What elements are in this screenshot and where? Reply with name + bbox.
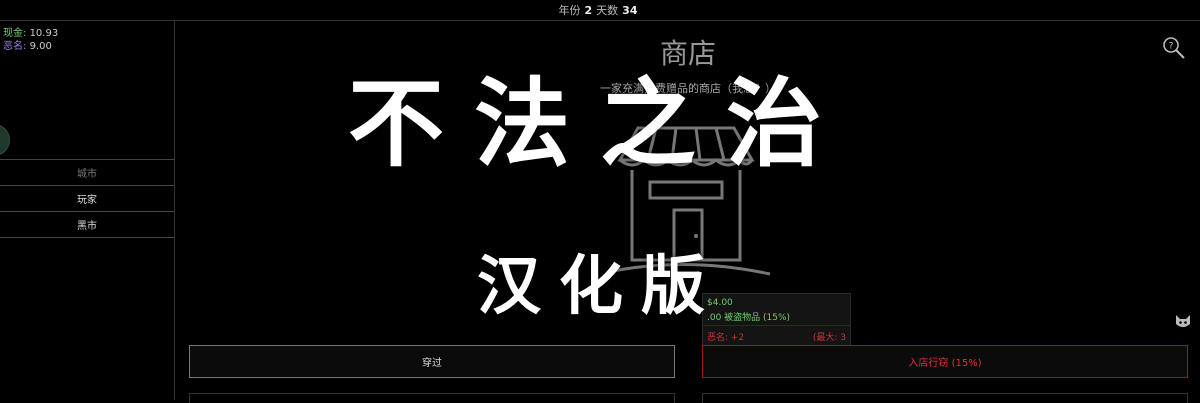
banner-title: 不法之治 — [348, 68, 852, 180]
banner-subtitle: 汉化版 — [477, 250, 723, 324]
days-label: 天数 — [596, 4, 619, 17]
year-label: 年份 — [558, 4, 581, 17]
next-button-edge[interactable] — [702, 393, 1188, 403]
sidebar-item-city[interactable]: 城市 — [0, 159, 174, 185]
sidebar-item-player[interactable]: 玩家 — [0, 185, 174, 211]
infamy-value: 9.00 — [29, 41, 52, 52]
sidebar: 现金: 10.93 恶名: 9.00 城市 玩家 黑市 — [0, 21, 175, 400]
shoplift-button[interactable]: 入店行窃 (15%) — [702, 345, 1188, 378]
pass-button[interactable]: 穿过 — [189, 345, 675, 378]
tooltip-line-3: 恶名: +2 — [707, 333, 745, 343]
infamy-label: 恶名: — [3, 41, 27, 52]
page-title: 商店 — [659, 37, 716, 70]
shoplift-button-label: 入店行窃 (15%) — [908, 358, 982, 369]
tooltip-line-4: (最大: 3 — [812, 333, 846, 343]
sidebar-item-label: 玩家 — [77, 195, 97, 206]
year-value: 2 — [584, 3, 593, 17]
sidebar-item-label: 黑市 — [77, 221, 97, 232]
infamy-stat: 恶名: 9.00 — [3, 37, 52, 52]
days-value: 34 — [622, 3, 638, 17]
avatar[interactable] — [0, 124, 10, 156]
tooltip-divider — [703, 325, 850, 326]
cat-icon[interactable] — [1174, 312, 1192, 330]
svg-text:?: ? — [1169, 42, 1174, 52]
sidebar-item-label: 城市 — [77, 169, 97, 180]
top-status-bar: 年份 2 天数 34 — [0, 0, 1200, 21]
search-icon[interactable]: ? — [1162, 36, 1186, 60]
pass-button-label: 穿过 — [422, 358, 442, 369]
sidebar-item-black-market[interactable]: 黑市 — [0, 211, 174, 238]
next-button-edge[interactable] — [189, 393, 675, 403]
